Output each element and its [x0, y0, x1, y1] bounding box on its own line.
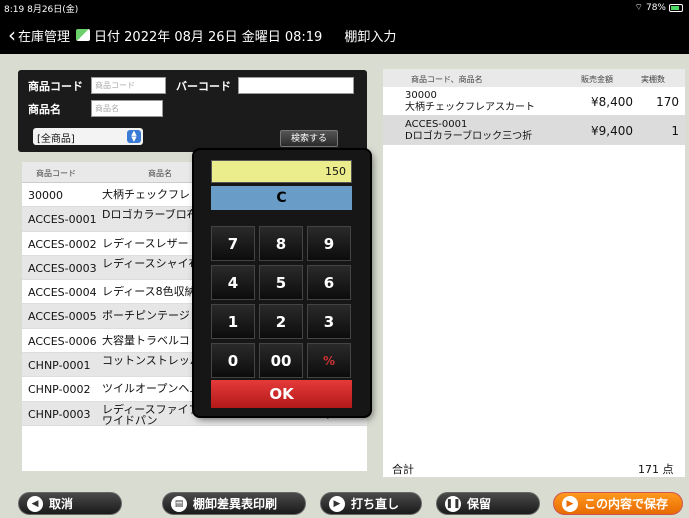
product-code: ACCES-0004 [28, 286, 97, 300]
calculator-popup: 150 C 7 8 9 4 5 6 1 2 3 0 00% OK [194, 150, 370, 416]
nav-bar: ‹ 在庫管理 日付 2022年 08月 26日 金曜日 08:19 棚卸入力 [0, 16, 689, 54]
search-button[interactable]: 検索する [280, 130, 338, 147]
calculator-display: 150 [211, 160, 352, 183]
category-select-value: [全商品] [37, 134, 75, 145]
hold-label: 保留 [467, 497, 492, 511]
cancel-button[interactable]: ◀ 取消 [18, 492, 122, 515]
filter-panel: 商品コード 商品コード バーコード 商品名 商品名 [全商品] ▲ ▼ 検索する [18, 70, 367, 152]
key-9[interactable]: 9 [307, 226, 351, 261]
barcode-input[interactable] [238, 77, 354, 94]
wifi-icon: ⌔ [634, 3, 643, 13]
inventory-code-name: ACCES-0001 Dロゴカラーブロック三つ折 [405, 119, 533, 142]
inventory-list: 商品コード、商品名 販売金額 実棚数 30000 大柄チェックフレアスカート ¥8,… [383, 69, 685, 477]
battery-percent: 78% [645, 2, 666, 13]
product-code: ACCES-0003 [28, 261, 97, 275]
status-bar: 8:19 8月26日(金) ⌔ 78% [0, 0, 689, 16]
cancel-label: 取消 [49, 497, 74, 511]
redo-label: 打ち直し [351, 497, 400, 511]
col-header-amount: 販売金額 [581, 75, 613, 84]
key-percent[interactable]: % [307, 343, 351, 378]
inventory-qty: 1 [671, 124, 679, 138]
play-icon: ▶ [562, 495, 578, 512]
total-value: 171 点 [638, 463, 674, 476]
play-icon: ▶ [329, 495, 345, 512]
product-code-input[interactable]: 商品コード [91, 77, 166, 94]
product-code: 30000 [28, 189, 63, 202]
key-7[interactable]: 7 [211, 226, 255, 261]
col-header-name: 商品名 [148, 169, 172, 178]
back-title[interactable]: 在庫管理 [18, 26, 70, 45]
print-variance-label: 棚卸差異表印刷 [193, 497, 278, 511]
product-code: ACCES-0002 [28, 237, 97, 251]
back-arrow-icon: ◀ [27, 495, 43, 512]
key-1[interactable]: 1 [211, 304, 255, 339]
clear-button[interactable]: C [211, 186, 352, 210]
key-00[interactable]: 00 [259, 343, 303, 378]
inventory-list-body: 30000 大柄チェックフレアスカート ¥8,400 170 ACCES-0001 Dロゴ… [383, 87, 685, 145]
product-code: CHNP-0001 [28, 359, 91, 373]
inventory-qty: 170 [656, 95, 679, 109]
ok-button[interactable]: OK [211, 380, 352, 408]
pause-icon: ❚❚ [445, 495, 461, 512]
status-right: ⌔ 78% [635, 2, 683, 13]
status-time: 8:19 8月26日(金) [4, 5, 79, 15]
key-6[interactable]: 6 [307, 265, 351, 300]
product-code: ACCES-0001 [28, 213, 97, 227]
print-variance-button[interactable]: ▤ 棚卸差異表印刷 [162, 492, 306, 515]
inventory-amount: ¥8,400 [591, 95, 633, 109]
key-5[interactable]: 5 [259, 265, 303, 300]
inventory-row[interactable]: ACCES-0001 Dロゴカラーブロック三つ折 ¥9,400 1 [383, 116, 685, 145]
product-code: CHNP-0002 [28, 383, 91, 397]
col-header-qty: 実棚数 [641, 75, 665, 84]
product-code: ACCES-0005 [28, 310, 97, 324]
key-2[interactable]: 2 [259, 304, 303, 339]
inventory-list-header: 商品コード、商品名 販売金額 実棚数 [383, 69, 685, 87]
key-8[interactable]: 8 [259, 226, 303, 261]
inventory-amount: ¥9,400 [591, 124, 633, 138]
total-label: 合計 [392, 463, 414, 476]
redo-button[interactable]: ▶ 打ち直し [320, 492, 422, 515]
hold-button[interactable]: ❚❚ 保留 [436, 492, 540, 515]
inventory-row[interactable]: 30000 大柄チェックフレアスカート ¥8,400 170 [383, 87, 685, 116]
back-chevron-icon[interactable]: ‹ [8, 23, 16, 47]
category-select[interactable]: [全商品] ▲ ▼ [33, 128, 143, 145]
nav-date: 日付 2022年 08月 26日 金曜日 08:19 [94, 29, 323, 45]
product-code: CHNP-0003 [28, 407, 91, 421]
col-header-code-name: 商品コード、商品名 [411, 75, 483, 84]
product-name-label: 商品名 [28, 103, 61, 116]
col-header-code: 商品コード [36, 169, 76, 178]
key-4[interactable]: 4 [211, 265, 255, 300]
battery-icon [669, 3, 683, 12]
save-button[interactable]: ▶ この内容で保存 [553, 492, 683, 515]
printer-icon: ▤ [171, 495, 187, 512]
select-arrows-icon: ▲ ▼ [127, 130, 141, 143]
nav-mode-title: 棚卸入力 [344, 29, 397, 45]
bottom-toolbar: ◀ 取消 ▤ 棚卸差異表印刷 ▶ 打ち直し ❚❚ 保留 ▶ この内容で保存 [0, 488, 689, 518]
product-code-label: 商品コード [28, 80, 83, 93]
key-3[interactable]: 3 [307, 304, 351, 339]
save-label: この内容で保存 [584, 497, 669, 511]
inventory-code-name: 30000 大柄チェックフレアスカート [405, 90, 535, 113]
product-code: ACCES-0006 [28, 334, 97, 348]
barcode-label: バーコード [176, 80, 231, 93]
product-name-input[interactable]: 商品名 [91, 100, 163, 117]
key-0[interactable]: 0 [211, 343, 255, 378]
app-flag-icon [76, 29, 91, 41]
